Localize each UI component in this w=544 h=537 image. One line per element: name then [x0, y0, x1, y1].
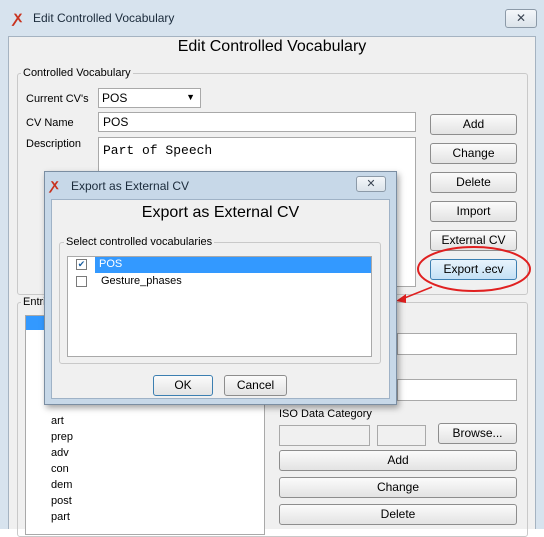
annotation-arrow-head [396, 294, 406, 303]
annotation-arrow-line [401, 286, 433, 300]
dialog-heading: Export as External CV [141, 204, 300, 221]
dialog-close-button[interactable]: ✕ [356, 176, 386, 192]
dialog-title: Export as External CV [71, 179, 190, 193]
dialog-list-label: Select controlled vocabularies [64, 236, 215, 248]
dialog-app-icon: ꭗ [51, 176, 59, 192]
checkbox-pos[interactable]: ✔ [76, 259, 87, 270]
item-label: POS [99, 258, 123, 270]
list-item[interactable]: ✔ POS [68, 257, 371, 273]
item-label: Gesture_phases [101, 275, 182, 287]
list-item[interactable]: Gesture_phases [68, 274, 371, 290]
checkbox-gesture-phases[interactable] [76, 276, 87, 287]
cancel-button[interactable]: Cancel [224, 375, 287, 396]
highlight-ellipse [417, 246, 531, 292]
selection-highlight [95, 257, 371, 273]
ok-button[interactable]: OK [153, 375, 213, 396]
